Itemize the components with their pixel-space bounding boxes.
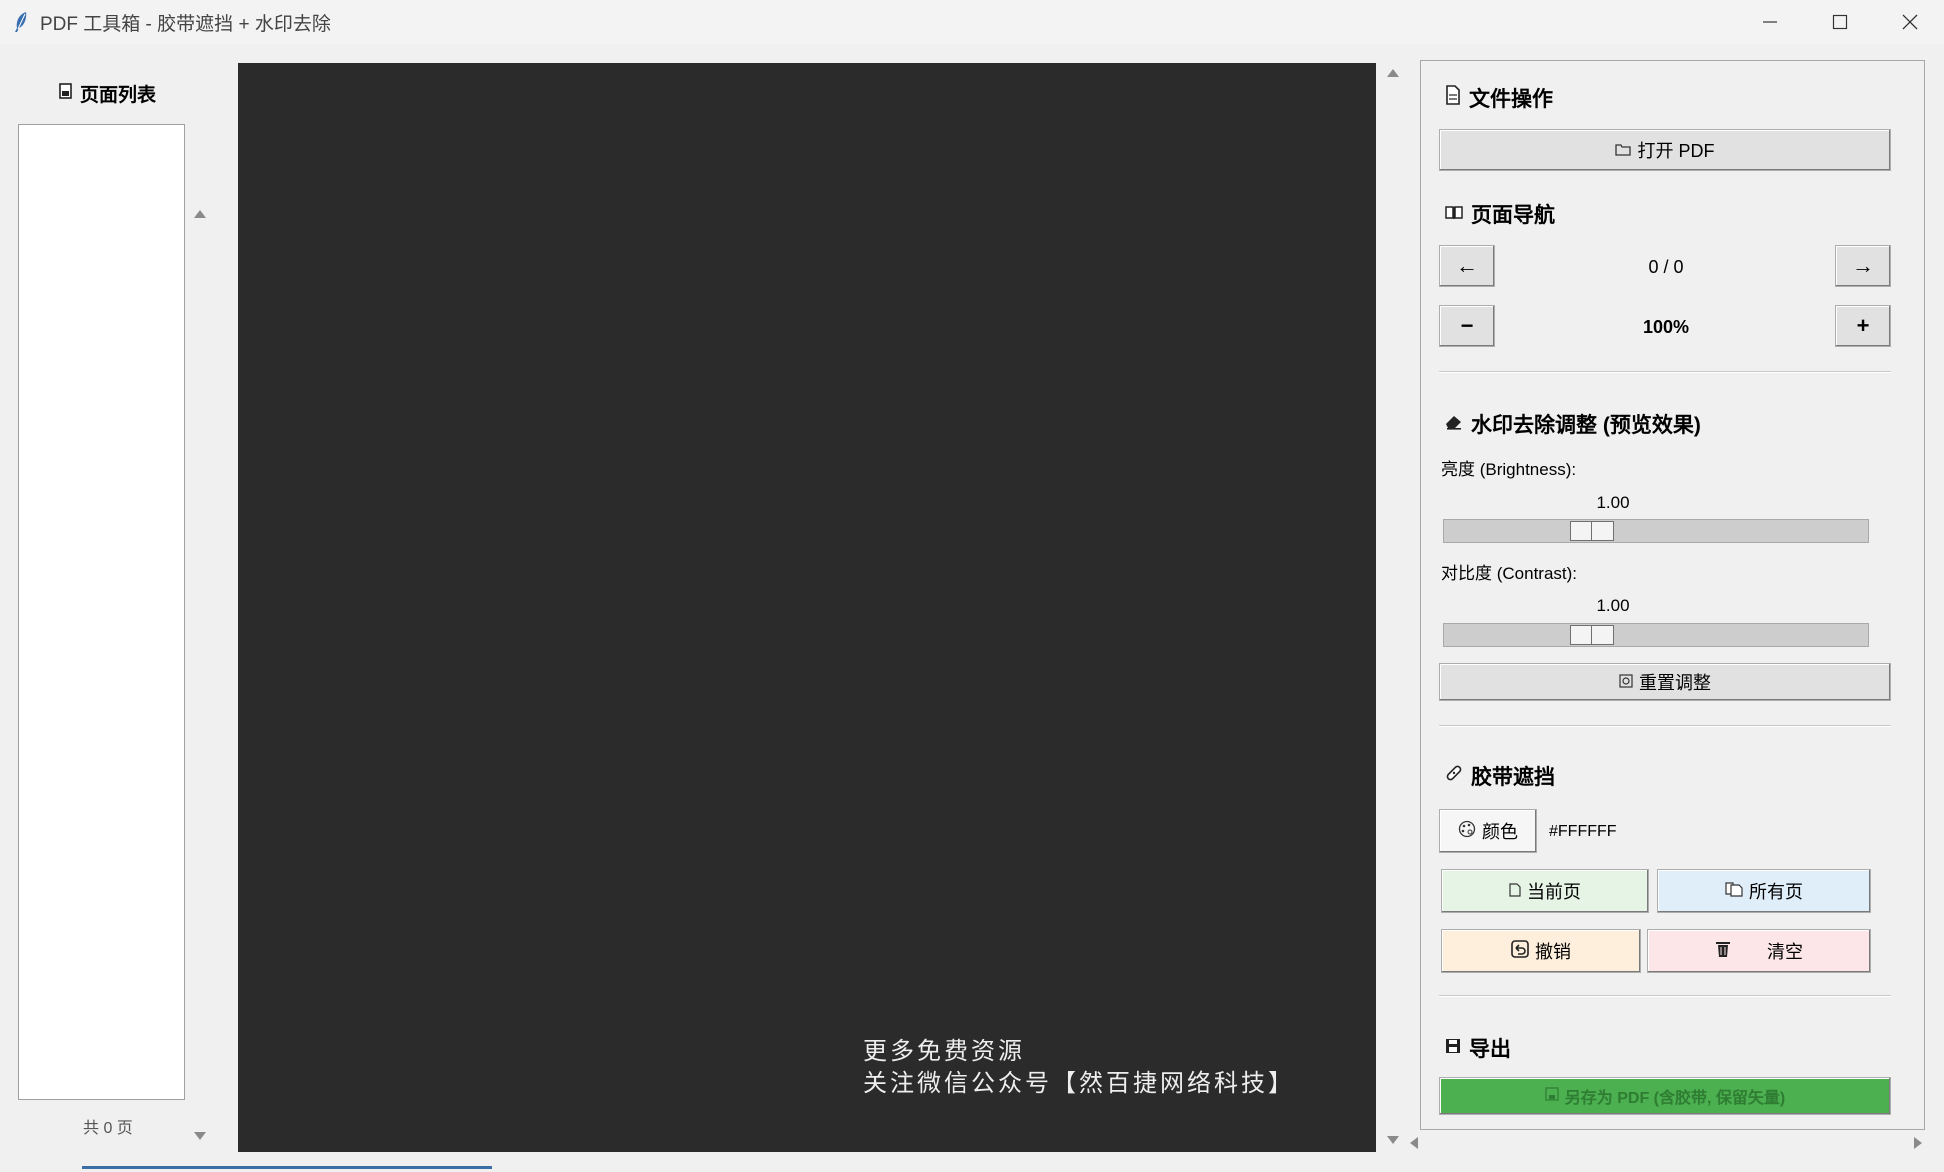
current-page-label: 当前页: [1527, 882, 1581, 902]
page-list-header: 页面列表: [58, 80, 156, 107]
navigation-title: 页面导航: [1445, 199, 1555, 229]
undo-button[interactable]: 撤销: [1441, 929, 1641, 973]
slider-handle[interactable]: [1570, 521, 1614, 541]
page-list-panel: 页面列表 共 0 页: [18, 78, 208, 1148]
scroll-up-icon[interactable]: [1387, 69, 1399, 77]
zoom-out-button[interactable]: −: [1439, 305, 1495, 347]
divider: [1439, 995, 1891, 997]
save-as-pdf-label: 另存为 PDF (含胶带, 保留矢量): [1564, 1090, 1786, 1107]
file-ops-title: 文件操作: [1445, 83, 1553, 113]
brightness-value: 1.00: [1596, 493, 1630, 512]
zoom-level: 100%: [1642, 317, 1690, 337]
feather-icon: [10, 11, 32, 33]
export-title-text: 导出: [1469, 1038, 1511, 1061]
color-button-label: 颜色: [1482, 822, 1518, 842]
scroll-down-icon[interactable]: [1387, 1136, 1399, 1144]
title-bar: PDF 工具箱 - 胶带遮挡 + 水印去除: [0, 0, 1944, 44]
minus-icon: −: [1460, 313, 1474, 338]
save-icon: [1545, 1086, 1559, 1106]
eraser-icon: [1445, 412, 1463, 436]
save-icon: [1445, 1036, 1461, 1060]
maximize-button[interactable]: [1805, 0, 1875, 44]
reset-adjust-label: 重置调整: [1639, 673, 1711, 693]
zoom-in-button[interactable]: +: [1835, 305, 1891, 347]
tape-title-text: 胶带遮挡: [1471, 766, 1555, 789]
scroll-right-icon[interactable]: [1914, 1137, 1922, 1149]
clear-label: 清空: [1767, 942, 1803, 962]
brightness-slider[interactable]: [1443, 519, 1869, 543]
palette-icon: [1458, 820, 1476, 843]
book-icon: [1445, 202, 1463, 226]
contrast-slider[interactable]: [1443, 623, 1869, 647]
bandage-icon: [1445, 764, 1463, 788]
navigation-title-text: 页面导航: [1471, 204, 1555, 227]
page-icon: [1509, 881, 1521, 902]
undo-label: 撤销: [1535, 942, 1571, 962]
brightness-label: 亮度 (Brightness):: [1441, 460, 1577, 479]
plus-icon: +: [1856, 313, 1870, 338]
page-indicator: 0 / 0: [1648, 257, 1684, 277]
reset-icon: [1619, 672, 1633, 693]
page-list-icon: [58, 82, 74, 105]
tape-title: 胶带遮挡: [1445, 761, 1555, 791]
document-icon: [1445, 85, 1461, 111]
canvas-vertical-scrollbar[interactable]: [1383, 63, 1403, 1152]
scroll-down-icon[interactable]: [194, 1132, 206, 1140]
trash-icon: [1715, 940, 1731, 963]
all-pages-label: 所有页: [1749, 882, 1803, 902]
arrow-left-icon: ←: [1456, 253, 1478, 278]
reset-adjust-button[interactable]: 重置调整: [1439, 663, 1891, 701]
next-page-button[interactable]: →: [1835, 245, 1891, 287]
taskbar-indicator: [82, 1166, 492, 1169]
watermark-title: 水印去除调整 (预览效果): [1445, 409, 1701, 439]
page-list-title: 页面列表: [80, 85, 157, 106]
open-pdf-label: 打开 PDF: [1637, 141, 1715, 161]
export-title: 导出: [1445, 1033, 1511, 1063]
window-title: PDF 工具箱 - 胶带遮挡 + 水印去除: [40, 13, 331, 35]
divider: [1439, 725, 1891, 727]
page-count: 共 0 页: [83, 1120, 133, 1137]
close-button[interactable]: [1875, 0, 1944, 44]
scroll-left-icon[interactable]: [1410, 1137, 1418, 1149]
panel-horizontal-scrollbar[interactable]: [1410, 1132, 1930, 1154]
control-panel: 文件操作 打开 PDF 页面导航 ← 0 / 0 → − 100% + 水印去除…: [1420, 60, 1925, 1130]
open-pdf-button[interactable]: 打开 PDF: [1439, 129, 1891, 171]
page-list-scrollbar[interactable]: [190, 124, 210, 1140]
file-ops-title-text: 文件操作: [1469, 88, 1553, 111]
watermark-text-line1: 更多免费资源: [863, 1037, 1025, 1065]
pdf-preview-canvas[interactable]: 更多免费资源 关注微信公众号【然百捷网络科技】: [238, 63, 1376, 1152]
slider-handle[interactable]: [1570, 625, 1614, 645]
clear-button[interactable]: 清空: [1647, 929, 1871, 973]
contrast-value: 1.00: [1596, 596, 1630, 615]
watermark-title-text: 水印去除调整 (预览效果): [1471, 414, 1701, 437]
minimize-button[interactable]: [1735, 0, 1805, 44]
save-as-pdf-button[interactable]: 另存为 PDF (含胶带, 保留矢量): [1439, 1077, 1891, 1115]
page-listbox[interactable]: [18, 124, 185, 1100]
color-picker-button[interactable]: 颜色: [1439, 809, 1537, 853]
divider: [1439, 371, 1891, 373]
arrow-right-icon: →: [1852, 253, 1874, 278]
watermark-text-line2: 关注微信公众号【然百捷网络科技】: [863, 1069, 1295, 1097]
contrast-label: 对比度 (Contrast):: [1441, 564, 1578, 583]
scroll-up-icon[interactable]: [194, 210, 206, 218]
undo-icon: [1511, 939, 1529, 963]
color-hex-value: #FFFFFF: [1549, 823, 1617, 840]
folder-icon: [1615, 140, 1632, 161]
prev-page-button[interactable]: ←: [1439, 245, 1495, 287]
apply-current-page-button[interactable]: 当前页: [1441, 869, 1649, 913]
copy-pages-icon: [1725, 881, 1743, 902]
apply-all-pages-button[interactable]: 所有页: [1657, 869, 1871, 913]
